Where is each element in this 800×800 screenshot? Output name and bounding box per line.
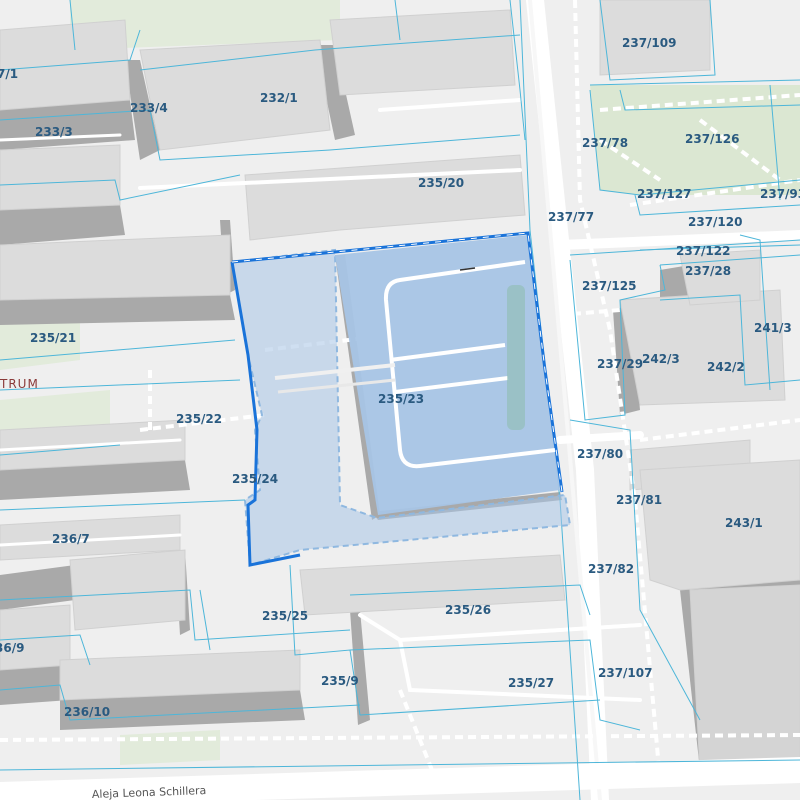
map-canvas[interactable]: TRUM Aleja Leona Schillera 237/109 7/1 2… [0, 0, 800, 800]
parcel-label[interactable]: 233/3 [35, 125, 73, 139]
parcel-label[interactable]: 237/107 [598, 666, 652, 680]
parcel-label[interactable]: 237/120 [688, 215, 742, 229]
parcel-label[interactable]: 235/24 [232, 472, 278, 486]
parcel-label[interactable]: 235/22 [176, 412, 222, 426]
parcel-label[interactable]: 237/125 [582, 279, 636, 293]
parcel-label[interactable]: 36/9 [0, 641, 24, 655]
parcel-label[interactable]: 235/20 [418, 176, 464, 190]
parcel-label[interactable]: 236/10 [64, 705, 110, 719]
parcel-label[interactable]: 235/21 [30, 331, 76, 345]
parcel-label[interactable]: 243/1 [725, 516, 763, 530]
building [619, 289, 786, 406]
parcel-label[interactable]: 235/9 [321, 674, 359, 688]
green-area [120, 730, 220, 765]
green-strip [507, 285, 525, 430]
parcel-label[interactable]: 237/93 [760, 187, 800, 201]
parcel-label[interactable]: 242/3 [642, 352, 680, 366]
map-view[interactable]: TRUM Aleja Leona Schillera 237/109 7/1 2… [0, 0, 800, 800]
district-label: TRUM [0, 377, 39, 391]
selected-parcel-label[interactable]: 235/23 [378, 392, 424, 406]
building [69, 549, 186, 631]
parcel-label[interactable]: 237/28 [685, 264, 731, 278]
building [139, 39, 331, 151]
parcel-label[interactable]: 237/29 [597, 357, 643, 371]
parcel-label[interactable]: 241/3 [754, 321, 792, 335]
parcel-label[interactable]: 233/4 [130, 101, 168, 115]
parcel-label[interactable]: 242/2 [707, 360, 745, 374]
building [329, 9, 516, 96]
parcel-label[interactable]: 236/7 [52, 532, 90, 546]
parcel-label[interactable]: 237/80 [577, 447, 623, 461]
building [689, 584, 800, 771]
parcel-label[interactable]: 237/77 [548, 210, 594, 224]
parcel-label[interactable]: 232/1 [260, 91, 298, 105]
parcel-label[interactable]: 237/81 [616, 493, 662, 507]
parcel-label[interactable]: 237/127 [637, 187, 691, 201]
parcel-label[interactable]: 235/26 [445, 603, 491, 617]
parcel-label[interactable]: 235/25 [262, 609, 308, 623]
building [0, 234, 231, 301]
parcel-label[interactable]: 237/78 [582, 136, 628, 150]
building [639, 459, 800, 591]
parcel-label[interactable]: 237/82 [588, 562, 634, 576]
parcel-label[interactable]: 235/27 [508, 676, 554, 690]
parcel-label[interactable]: 237/126 [685, 132, 739, 146]
parcel-label[interactable]: 237/122 [676, 244, 730, 258]
building [0, 144, 121, 211]
parcel-label[interactable]: 237/109 [622, 36, 676, 50]
parcel-label[interactable]: 7/1 [0, 67, 18, 81]
